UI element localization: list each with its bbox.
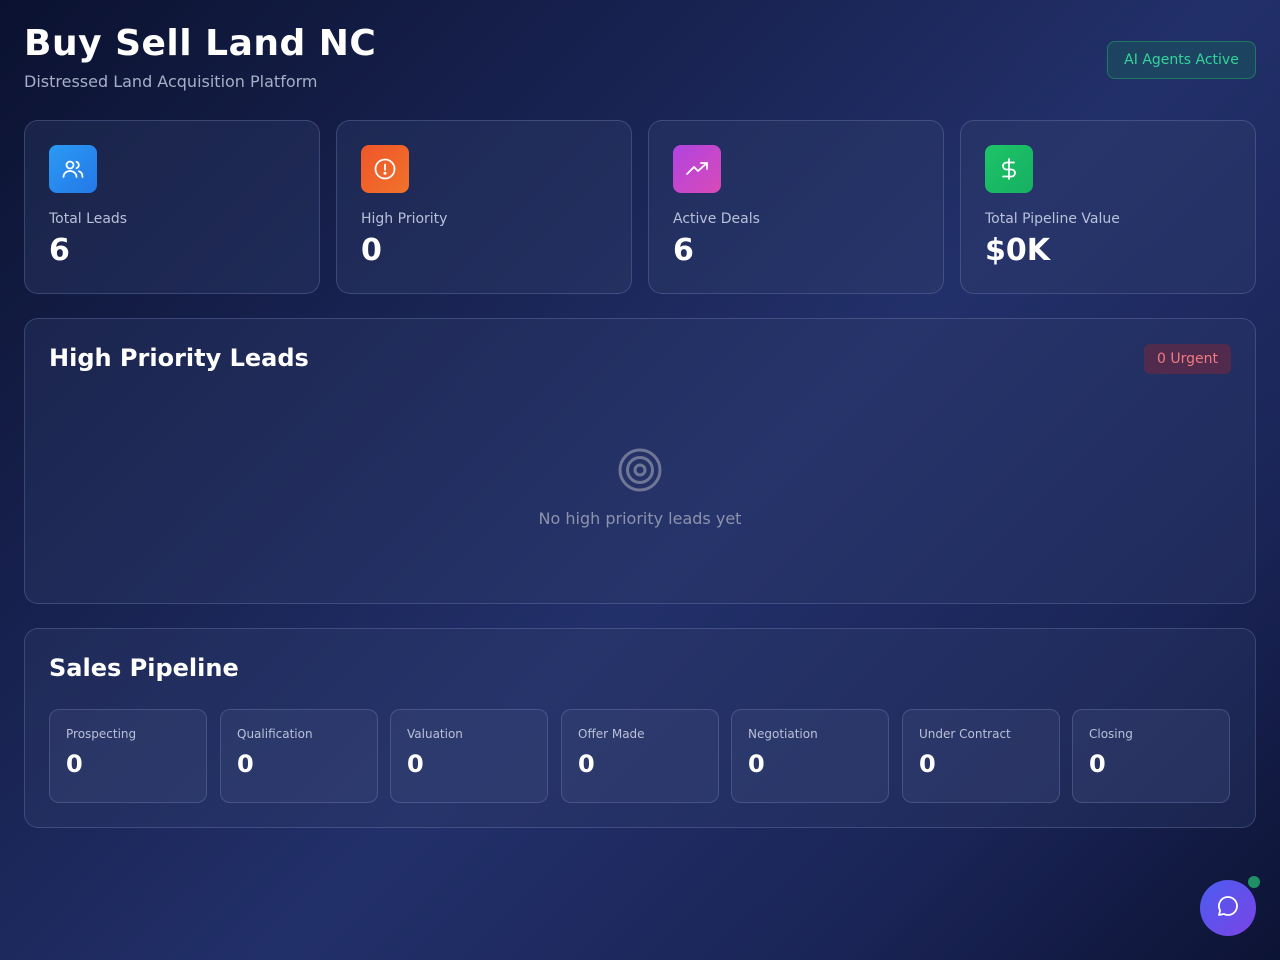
users-icon [49,145,97,193]
trending-up-icon [673,145,721,193]
stage-label: Closing [1089,727,1133,741]
panel-title: Sales Pipeline [49,654,239,682]
alert-circle-icon [361,145,409,193]
stage-label: Valuation [407,727,463,741]
pipeline-stage-under-contract[interactable]: Under Contract 0 [902,709,1060,803]
stat-value: 6 [673,233,694,268]
stage-label: Qualification [237,727,313,741]
stat-label: Active Deals [673,211,760,227]
stage-label: Prospecting [66,727,137,741]
pipeline-stage-qualification[interactable]: Qualification 0 [220,709,378,803]
stage-value: 0 [748,750,765,778]
chat-button[interactable] [1200,880,1256,936]
empty-state-text: No high priority leads yet [538,509,742,528]
pipeline-stage-negotiation[interactable]: Negotiation 0 [731,709,889,803]
stage-label: Under Contract [919,727,1011,741]
stat-label: Total Pipeline Value [985,211,1120,227]
page-header: Buy Sell Land NC Distressed Land Acquisi… [24,22,376,91]
stat-card-total-leads[interactable]: Total Leads 6 [24,120,320,294]
stage-value: 0 [1089,750,1106,778]
stage-value: 0 [578,750,595,778]
pipeline-stage-offer-made[interactable]: Offer Made 0 [561,709,719,803]
stage-value: 0 [66,750,83,778]
stage-value: 0 [919,750,936,778]
high-priority-panel: High Priority Leads 0 Urgent No high pri… [24,318,1256,604]
sales-pipeline-panel: Sales Pipeline Prospecting 0 Qualificati… [24,628,1256,828]
stage-label: Negotiation [748,727,818,741]
pipeline-stage-closing[interactable]: Closing 0 [1072,709,1230,803]
dollar-icon [985,145,1033,193]
online-status-dot [1248,876,1260,888]
stat-value: $0K [985,233,1050,268]
urgent-count-badge: 0 Urgent [1144,344,1231,374]
pipeline-stage-prospecting[interactable]: Prospecting 0 [49,709,207,803]
page-subtitle: Distressed Land Acquisition Platform [24,72,318,91]
stage-label: Offer Made [578,727,645,741]
panel-title: High Priority Leads [49,344,309,372]
stat-value: 0 [361,233,382,268]
chat-bubble-icon [1216,894,1240,922]
stat-label: High Priority [361,211,448,227]
stage-value: 0 [407,750,424,778]
pipeline-stage-valuation[interactable]: Valuation 0 [390,709,548,803]
stat-card-pipeline-value[interactable]: Total Pipeline Value $0K [960,120,1256,294]
stat-value: 6 [49,233,70,268]
stat-card-active-deals[interactable]: Active Deals 6 [648,120,944,294]
stat-card-high-priority[interactable]: High Priority 0 [336,120,632,294]
stage-value: 0 [237,750,254,778]
ai-agents-status-badge: AI Agents Active [1107,41,1256,79]
page-title: Buy Sell Land NC [24,23,377,64]
stat-label: Total Leads [49,211,128,227]
target-icon [617,447,663,493]
